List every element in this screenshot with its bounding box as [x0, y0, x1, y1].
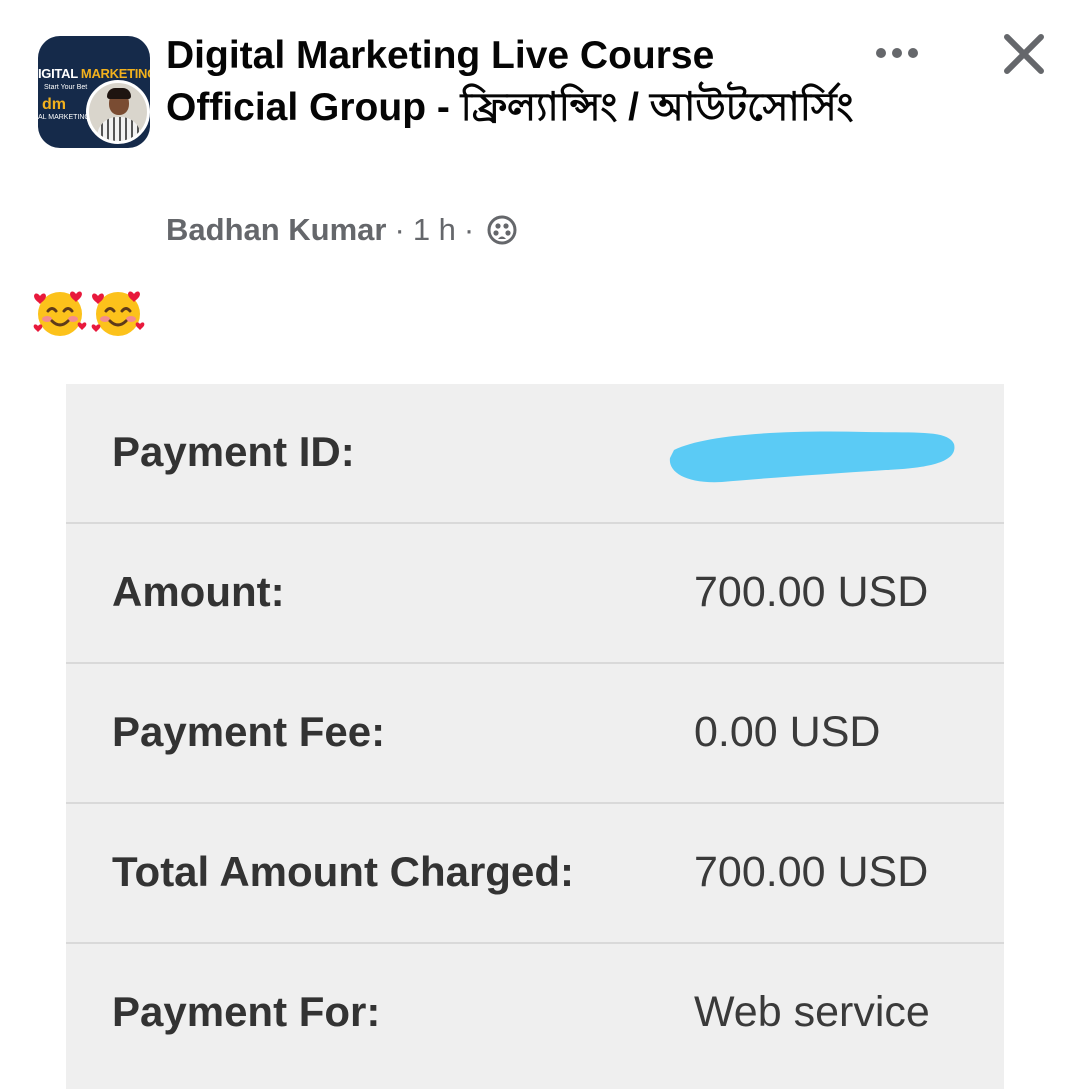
receipt-label: Payment ID:: [112, 428, 355, 475]
receipt-row-payment-fee: Payment Fee: 0.00 USD: [66, 664, 1004, 804]
post-text: [32, 284, 146, 340]
more-options-button[interactable]: [868, 30, 926, 76]
group-avatar-text: IGITAL MARKETING: [38, 66, 150, 81]
receipt-label: Payment Fee:: [112, 708, 386, 755]
payment-receipt-image[interactable]: Payment ID: Amount: 700.00 USD Payment F…: [66, 384, 1004, 1089]
meta-separator: ·: [394, 212, 405, 247]
members-icon[interactable]: [486, 214, 518, 246]
redaction-scribble: [669, 431, 955, 483]
receipt-row-amount: Amount: 700.00 USD: [66, 524, 1004, 664]
receipt-label: Amount:: [112, 568, 285, 615]
receipt-value: 700.00 USD: [694, 848, 929, 896]
close-icon: [1004, 34, 1044, 74]
receipt-row-payment-id: Payment ID:: [66, 384, 1004, 524]
post-time[interactable]: 1 h: [413, 212, 456, 248]
receipt-label: Payment For:: [112, 988, 381, 1035]
group-avatar-logo: dm: [42, 96, 66, 113]
group-avatar-tagline: Start Your Bet: [44, 84, 88, 91]
receipt-value: Web service: [694, 988, 930, 1036]
group-avatar-subtext: AL MARKETING: [38, 114, 90, 121]
smiling-face-with-hearts-icon: [33, 291, 87, 336]
more-horizontal-icon: [876, 48, 918, 58]
receipt-row-payment-for: Payment For: Web service: [66, 944, 1004, 1084]
receipt-value: 700.00 USD: [694, 568, 929, 616]
smiling-face-with-hearts-icon: [91, 291, 145, 336]
receipt-label: Total Amount Charged:: [112, 848, 574, 895]
group-title[interactable]: Digital Marketing Live Course Official G…: [166, 30, 856, 134]
author-avatar[interactable]: [86, 80, 150, 144]
meta-separator: ·: [463, 212, 475, 247]
author-name[interactable]: Badhan Kumar: [166, 212, 386, 248]
close-button[interactable]: [994, 24, 1054, 84]
receipt-row-total-charged: Total Amount Charged: 700.00 USD: [66, 804, 1004, 944]
post-header: IGITAL MARKETING Start Your Bet dm AL MA…: [0, 0, 1080, 280]
post-meta: Badhan Kumar · 1 h ·: [166, 212, 518, 248]
receipt-value: 0.00 USD: [694, 708, 881, 756]
